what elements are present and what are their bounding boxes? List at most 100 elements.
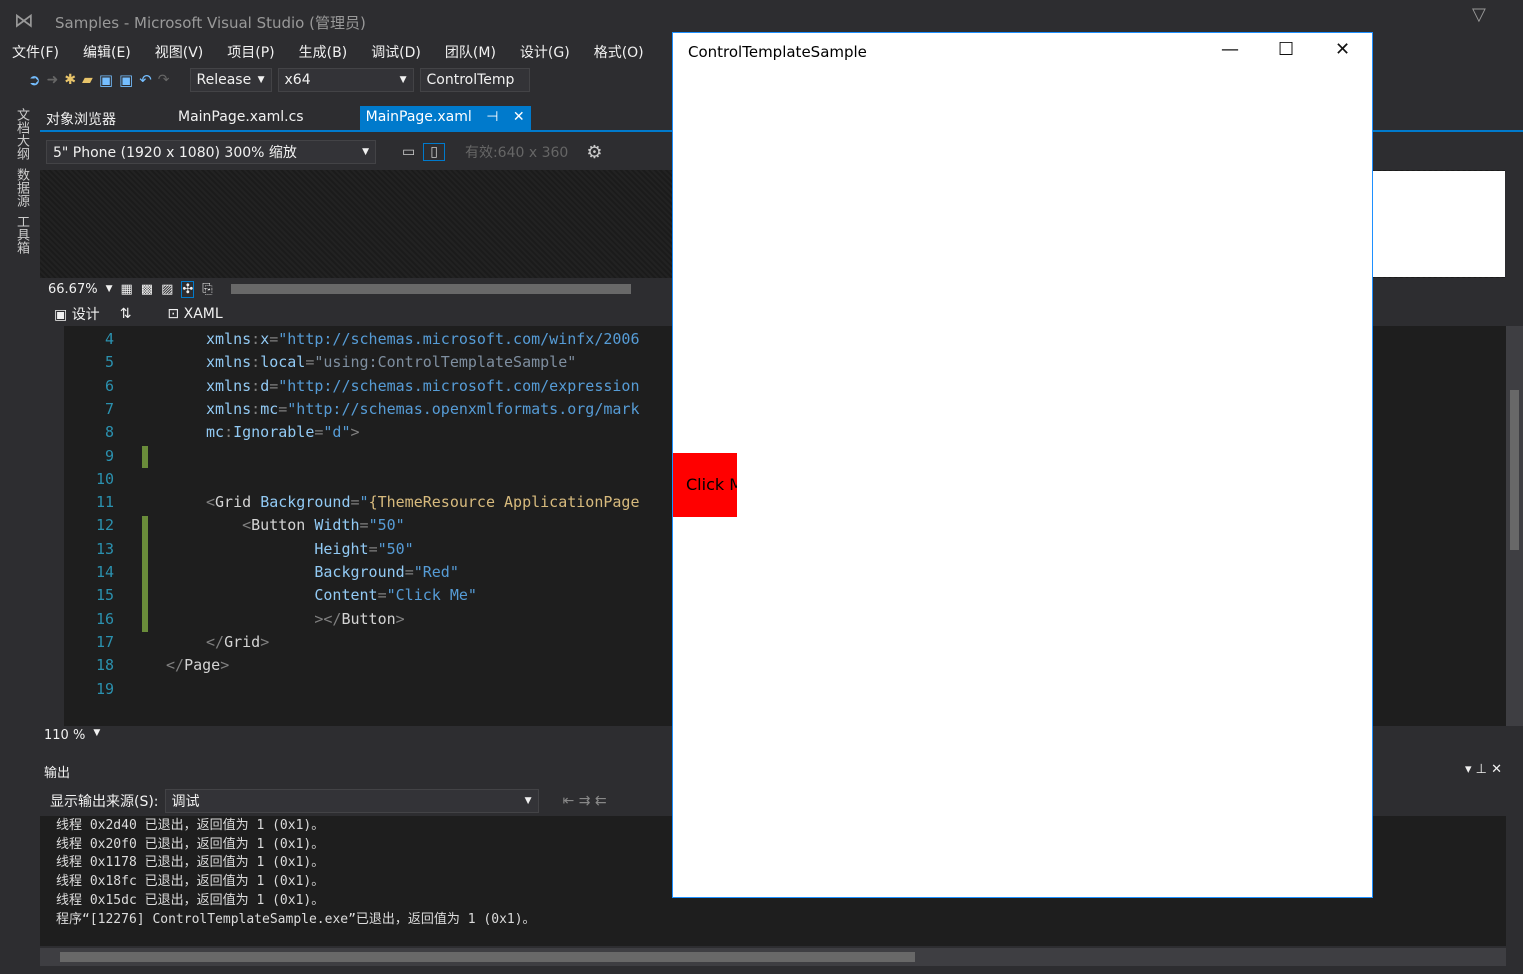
output-toolbar-icons[interactable]: ⇤ ⇉ ⇇ <box>563 793 607 809</box>
code-token: > <box>395 609 405 628</box>
menu-item[interactable]: 设计(G) <box>508 42 582 64</box>
line-number: 16 <box>95 609 114 628</box>
side-tab-toolbox[interactable]: 工具箱 <box>12 215 31 254</box>
minimize-button[interactable]: — <box>1221 39 1239 60</box>
side-tab-data-sources[interactable]: 数据源 <box>12 168 31 207</box>
code-token: mc <box>206 423 225 442</box>
toolbar: ➲ ➜ ✱ ▰ ▣ ▣ ↶ ↷ Release ▼ x64 ▼ ControlTem… <box>0 66 680 94</box>
window-title: Samples - Microsoft Visual Studio (管理员) <box>55 14 366 32</box>
output-line: 程序“[12276] ControlTemplateSample.exe”已退出… <box>56 911 536 927</box>
code-text: mc:Ignorable="d"> <box>206 421 360 444</box>
snap-lines-icon[interactable]: ✣ <box>181 280 195 298</box>
code-token: = <box>269 376 279 395</box>
new-project-icon[interactable]: ✱ <box>64 72 76 88</box>
code-token: "http://schemas.openxmlformats.org/mark <box>287 399 640 418</box>
maximize-button[interactable]: ☐ <box>1278 39 1294 60</box>
code-token: xmlns <box>206 353 252 372</box>
code-token: "Red" <box>413 563 459 581</box>
editor-zoom-select[interactable]: 110 % <box>44 728 85 746</box>
click-me-button[interactable]: Click Me <box>673 453 737 517</box>
close-window-button[interactable]: ✕ <box>1335 39 1350 60</box>
code-token: Button <box>341 609 396 628</box>
line-number: 19 <box>95 679 114 698</box>
startup-project-select[interactable]: ControlTemp <box>419 68 530 92</box>
code-token: Ignorable <box>233 423 315 442</box>
designer-hscroll[interactable] <box>230 284 631 294</box>
code-text: Content="Click Me" <box>206 584 477 607</box>
snap-grid-icon[interactable]: ▩ <box>141 282 153 297</box>
close-icon[interactable]: ✕ <box>513 109 525 125</box>
code-text: Height="50" <box>206 538 413 561</box>
designer-zoom-select[interactable]: 66.67% <box>48 282 98 297</box>
line-number: 18 <box>95 656 114 675</box>
open-icon[interactable]: ▰ <box>82 72 93 88</box>
menu-item[interactable]: 团队(M) <box>433 42 508 64</box>
tab-mainpage-xaml[interactable]: MainPage.xaml ⊣ ✕ <box>359 106 531 130</box>
output-menu-icon[interactable]: ▾ ⊥ ✕ <box>1465 762 1502 777</box>
code-text: xmlns:mc="http://schemas.openxmlformats.… <box>206 398 639 421</box>
code-text: </Page> <box>166 654 229 677</box>
configuration-select[interactable]: Release ▼ <box>189 68 272 92</box>
code-text: <Button Width="50" <box>206 514 405 537</box>
change-marker <box>142 446 148 468</box>
pin-icon[interactable]: ⊣ <box>486 109 498 125</box>
design-preview-page <box>1373 171 1505 277</box>
line-number: 15 <box>95 586 114 605</box>
line-number: 8 <box>104 423 114 442</box>
redo-icon[interactable]: ↷ <box>158 72 170 88</box>
settings-gear-icon[interactable]: ⚙ <box>586 142 602 163</box>
code-token: xmlns <box>206 330 252 348</box>
code-token: {ThemeResource ApplicationPage <box>368 493 640 512</box>
code-token: Content <box>314 586 378 605</box>
tab-mainpage-xaml-cs[interactable]: MainPage.xaml.cs <box>172 106 310 130</box>
back-icon[interactable]: ➲ <box>28 71 41 89</box>
code-token: ></ <box>206 609 342 628</box>
line-number: 11 <box>95 493 114 512</box>
portrait-icon[interactable]: ▯ <box>423 143 445 161</box>
platform-select[interactable]: x64 ▼ <box>277 68 414 92</box>
code-token: Button <box>251 516 315 535</box>
menu-item[interactable]: 编辑(E) <box>71 42 143 64</box>
editor-vscroll[interactable] <box>1506 326 1523 726</box>
artboard-background-icon[interactable]: ▨ <box>161 282 173 297</box>
undo-icon[interactable]: ↶ <box>139 71 152 89</box>
code-token: : <box>224 423 234 442</box>
tab-design[interactable]: ▣ 设计 <box>54 304 100 324</box>
forward-icon[interactable]: ➜ <box>47 72 59 88</box>
code-token: </ <box>166 656 185 675</box>
code-token: "http://schemas.microsoft.com/winfx/2006 <box>278 330 640 348</box>
menu-item[interactable]: 生成(B) <box>287 42 360 64</box>
save-icon[interactable]: ▣ <box>99 71 113 89</box>
code-token: : <box>251 330 261 348</box>
tab-object-browser[interactable]: 对象浏览器 <box>40 106 122 130</box>
code-text: xmlns:local="using:ControlTemplateSample… <box>206 351 576 374</box>
swap-panes-icon[interactable]: ⇅ <box>120 306 132 322</box>
menu-item[interactable]: 调试(D) <box>359 42 433 64</box>
menu-item[interactable]: 文件(F) <box>0 42 71 64</box>
landscape-icon[interactable]: ▭ <box>402 144 415 160</box>
line-number: 7 <box>104 399 114 418</box>
menu-item[interactable]: 格式(O) <box>582 42 656 64</box>
code-token: = <box>404 563 414 581</box>
menu-item[interactable]: 项目(P) <box>215 42 286 64</box>
output-source-select[interactable]: 调试 ▼ <box>164 789 539 813</box>
line-number: 17 <box>95 632 114 651</box>
code-text: xmlns:d="http://schemas.microsoft.com/ex… <box>206 375 639 398</box>
menu-item[interactable]: 视图(V) <box>143 42 216 64</box>
save-all-icon[interactable]: ▣ <box>119 71 133 89</box>
code-token: = <box>368 539 378 558</box>
tab-xaml[interactable]: ⊡ XAML <box>167 306 222 322</box>
output-hscroll[interactable] <box>40 948 1506 966</box>
code-token: = <box>377 586 387 605</box>
code-text: </Grid> <box>206 631 269 654</box>
grid-icon[interactable]: ▦ <box>121 282 133 297</box>
line-number: 14 <box>95 563 114 581</box>
code-token: = <box>359 516 369 535</box>
code-token: Page <box>184 656 221 675</box>
side-tab-document-outline[interactable]: 文档大纲 <box>12 108 31 160</box>
filter-icon[interactable]: ▽ <box>1472 4 1486 25</box>
code-token: mc <box>260 399 279 418</box>
device-select[interactable]: 5" Phone (1920 x 1080) 300% 缩放 ▼ <box>46 140 376 164</box>
project-code-icon[interactable]: ⎘ <box>202 282 212 297</box>
